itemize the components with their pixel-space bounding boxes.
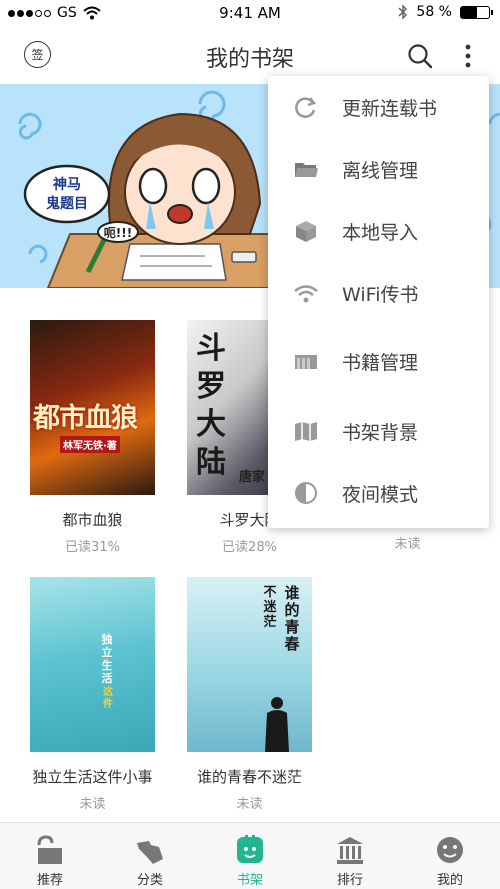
map-icon xyxy=(295,422,317,441)
book-cover[interactable]: 独立生活 这件 xyxy=(30,577,155,752)
cover-figure xyxy=(265,697,289,752)
more-menu-icon[interactable] xyxy=(460,42,476,70)
cover-title: 斗罗大陆 xyxy=(196,331,226,480)
tab-label: 排行 xyxy=(336,873,363,888)
cover-author: 林军无铁·著 xyxy=(60,436,120,453)
menu-item-offline[interactable]: 离线管理 xyxy=(268,138,489,200)
hand-icon xyxy=(137,841,163,864)
cover-title: 都市血狼 xyxy=(33,403,138,434)
folder-icon xyxy=(295,163,318,177)
overflow-menu: 更新连载书 离线管理 本地导入 WiFi传书 书籍管理 书架背景 夜间模式 xyxy=(268,76,489,528)
book-title: 都市血狼 xyxy=(62,511,123,529)
tab-label: 书架 xyxy=(236,873,263,888)
menu-label: 书籍管理 xyxy=(342,352,419,374)
tab-label: 我的 xyxy=(436,873,463,888)
status-right: 58 % xyxy=(398,4,493,20)
book-title: 谁的青春不迷茫 xyxy=(196,768,302,786)
cover-title: 谁的青春 xyxy=(284,584,300,653)
cover-title: 独立生活 xyxy=(101,633,113,685)
book-title: 独立生活这件小事 xyxy=(32,768,153,786)
bookshelf-icon xyxy=(237,835,263,863)
menu-item-night-mode[interactable]: 夜间模式 xyxy=(268,462,489,524)
tab-bookshelf[interactable]: 书架 xyxy=(200,823,300,889)
book-cover[interactable]: 都市血狼 林军无铁·著 xyxy=(30,320,155,495)
refresh-icon xyxy=(295,97,317,118)
menu-label: 本地导入 xyxy=(342,222,419,244)
book-progress: 未读 xyxy=(236,797,263,812)
battery-icon xyxy=(460,5,493,19)
tab-label: 推荐 xyxy=(36,873,63,888)
cover-subtitle: 不迷茫 xyxy=(263,585,277,630)
menu-item-book-management[interactable]: 书籍管理 xyxy=(268,330,489,392)
menu-item-local-import[interactable]: 本地导入 xyxy=(268,200,489,262)
half-circle-icon xyxy=(295,482,317,504)
menu-item-update-serials[interactable]: 更新连载书 xyxy=(268,76,489,138)
menu-label: 书架背景 xyxy=(342,422,419,444)
tab-label: 分类 xyxy=(136,873,163,888)
tab-bar: 推荐 分类 书架 排行 我的 xyxy=(0,822,500,889)
book-item[interactable]: 谁的青春 不迷茫 谁的青春不迷茫 未读 xyxy=(187,577,312,812)
menu-label: 夜间模式 xyxy=(342,484,419,506)
book-progress: 已读31% xyxy=(65,540,120,555)
menu-item-shelf-background[interactable]: 书架背景 xyxy=(268,400,489,462)
tab-category[interactable]: 分类 xyxy=(100,823,200,889)
book-item[interactable]: 都市血狼 林军无铁·著 都市血狼 已读31% xyxy=(30,320,155,555)
book-cover[interactable]: 谁的青春 不迷茫 xyxy=(187,577,312,752)
temple-icon xyxy=(337,837,363,864)
battery-percent: 58 % xyxy=(416,4,452,20)
books-icon xyxy=(295,355,317,369)
tab-mine[interactable]: 我的 xyxy=(400,823,500,889)
book-progress: 已读28% xyxy=(222,540,277,555)
menu-label: 更新连载书 xyxy=(342,98,438,120)
book-item[interactable]: 独立生活 这件 独立生活这件小事 未读 xyxy=(30,577,155,812)
lock-open-icon xyxy=(37,835,62,864)
battery-fill xyxy=(461,6,478,18)
wifi-icon xyxy=(294,285,318,303)
search-icon[interactable] xyxy=(406,42,434,70)
book-progress: 未读 xyxy=(394,537,421,552)
status-bar: GS 9:41 AM 58 % xyxy=(0,0,500,28)
tab-ranking[interactable]: 排行 xyxy=(300,823,400,889)
bluetooth-icon xyxy=(398,4,408,20)
face-icon xyxy=(437,837,463,863)
menu-label: WiFi传书 xyxy=(342,284,419,306)
box-icon xyxy=(296,221,316,242)
cover-subtitle: 这件 xyxy=(103,687,113,710)
menu-label: 离线管理 xyxy=(342,160,419,182)
bubble-text-1: 神马 xyxy=(53,176,81,193)
book-progress: 未读 xyxy=(79,797,106,812)
menu-item-wifi-transfer[interactable]: WiFi传书 xyxy=(268,262,489,324)
bubble-text-2: 鬼题目 xyxy=(46,195,88,212)
exclaim-text: 呃!!! xyxy=(104,225,132,240)
cover-author: 唐家 xyxy=(239,470,266,485)
tab-recommend[interactable]: 推荐 xyxy=(0,823,100,889)
